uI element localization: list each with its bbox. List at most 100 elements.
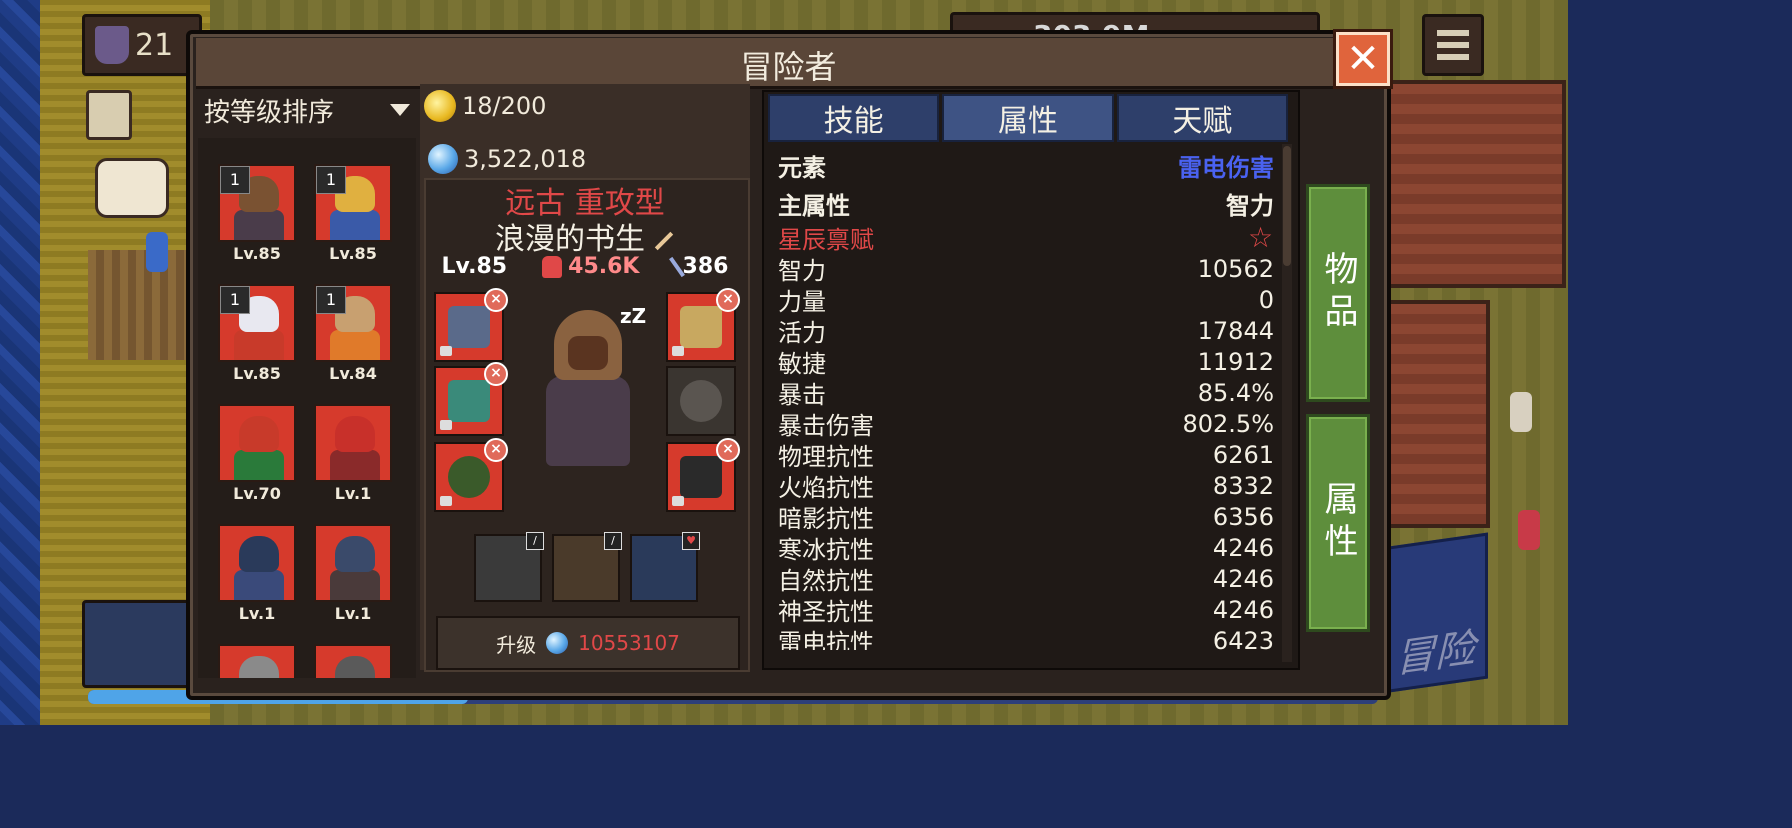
skill-slot[interactable]: ♥	[630, 532, 700, 602]
stat-value: 4246	[1212, 533, 1274, 562]
wand-icon: /	[526, 532, 544, 550]
stat-row: 暗影抗性 6356	[778, 501, 1274, 534]
remove-icon[interactable]: ×	[484, 362, 508, 386]
close-button[interactable]: ✕	[1336, 32, 1390, 86]
gem-value: 3,522,018	[464, 145, 587, 173]
menu-button[interactable]	[1422, 14, 1484, 76]
gold-counter[interactable]: 21	[82, 14, 202, 76]
stat-label: 寒冰抗性	[778, 536, 874, 564]
armor-slot[interactable]: ×	[434, 362, 508, 436]
hero-card[interactable]: 1 Lv.85	[314, 164, 394, 264]
hero-level: Lv.1	[334, 604, 372, 623]
character-name: 浪漫的书生	[495, 222, 645, 257]
tab-skills[interactable]: 技能	[768, 94, 940, 142]
stat-label: 暴击伤害	[778, 412, 874, 440]
stat-value: 85.4%	[1197, 378, 1274, 407]
skill-slot[interactable]: /	[552, 532, 622, 602]
sort-label: 按等级排序	[204, 97, 335, 128]
stat-value: 8332	[1212, 471, 1274, 500]
wand-slot[interactable]: ×	[666, 438, 740, 512]
lock-icon	[440, 420, 452, 430]
star-icon[interactable]: ☆	[1248, 223, 1274, 251]
stat-row: 暴击伤害 802.5%	[778, 408, 1274, 441]
power-value: 45.6K	[568, 254, 640, 279]
hero-portrait	[314, 524, 392, 602]
lock-icon	[672, 496, 684, 506]
hero-level: Lv.84	[329, 364, 377, 383]
dialog-title: 冒险者	[740, 48, 837, 86]
skill-slot[interactable]: /	[474, 532, 544, 602]
hero-capacity-icon	[424, 90, 456, 122]
stat-value: 6261	[1212, 440, 1274, 469]
capacity-value: 18/200	[462, 92, 547, 120]
attribute-scrollbar[interactable]	[1282, 144, 1292, 662]
hero-card[interactable]: 1 Lv.85	[218, 164, 298, 264]
tab-talents[interactable]: 天赋	[1116, 94, 1288, 142]
clipboard-icon[interactable]	[86, 90, 132, 140]
necklace-icon	[680, 380, 722, 422]
party-panel[interactable]	[82, 600, 198, 688]
hero-portrait	[314, 404, 392, 482]
upgrade-label: 升级	[496, 632, 537, 657]
star-talent-label: 星辰禀赋	[778, 226, 874, 254]
stat-row: 智力 10562	[778, 253, 1274, 286]
building-background	[1382, 80, 1566, 288]
weapon-slot[interactable]: ×	[434, 288, 508, 362]
items-label: 物品	[1318, 251, 1358, 335]
stat-row: 火焰抗性 8332	[778, 470, 1274, 503]
hero-card[interactable]: Lv.70	[218, 404, 298, 504]
remove-icon[interactable]: ×	[716, 288, 740, 312]
hero-card[interactable]: Lv.1	[314, 524, 394, 624]
stat-value: 10562	[1197, 254, 1274, 283]
stat-label: 火焰抗性	[778, 474, 874, 502]
hero-portrait	[218, 644, 296, 678]
hero-card[interactable]: Lv.1	[314, 404, 394, 504]
stat-label: 暴击	[778, 381, 826, 409]
main-attribute-value: 智力	[1226, 191, 1274, 220]
book-slot[interactable]: ×	[666, 288, 740, 362]
items-button[interactable]: 物品	[1306, 184, 1370, 402]
ring-slot[interactable]: ×	[434, 438, 508, 512]
edit-icon[interactable]	[654, 231, 674, 250]
hero-card[interactable]: Lv.1	[218, 524, 298, 624]
gold-value: 21	[135, 27, 174, 63]
hero-level: Lv.70	[233, 484, 281, 503]
sleeping-icon: zZ	[620, 304, 647, 328]
hero-level: Lv.85	[233, 244, 281, 263]
element-row: 元素 雷电伤害	[778, 146, 1274, 184]
tab-attributes[interactable]: 属性	[942, 94, 1114, 142]
speech-bubble-icon[interactable]	[95, 158, 169, 218]
necklace-slot[interactable]	[666, 366, 736, 436]
hero-card[interactable]: 1 Lv.85	[218, 284, 298, 384]
hero-portrait	[218, 524, 296, 602]
attributes-side-button[interactable]: 属性	[1306, 414, 1370, 632]
hero-card[interactable]	[314, 644, 394, 678]
remove-icon[interactable]: ×	[484, 438, 508, 462]
stat-row: 自然抗性 4246	[778, 563, 1274, 596]
staff-icon	[448, 306, 490, 348]
character-name-row[interactable]: 浪漫的书生	[424, 214, 746, 258]
main-attribute-row: 主属性 智力	[778, 184, 1274, 222]
gem-row: 3,522,018	[428, 144, 586, 174]
hero-portrait	[314, 644, 392, 678]
adventure-button[interactable]: 冒险	[1382, 532, 1488, 694]
sort-dropdown[interactable]: 按等级排序	[198, 88, 416, 132]
stat-row: 力量 0	[778, 284, 1274, 317]
upgrade-button[interactable]: 升级 10553107	[436, 616, 740, 670]
game-screen: 21 303.9M 冒险 冒险者 ✕ 按等级排序 1Lv.851Lv.851Lv…	[0, 0, 1568, 725]
hero-card[interactable]: 1 Lv.84	[314, 284, 394, 384]
power-stat: 45.6K	[542, 254, 639, 279]
element-value: 雷电伤害	[1178, 153, 1274, 182]
skill-stat: 386	[668, 254, 728, 279]
dock-background	[88, 250, 198, 360]
stat-value: 4246	[1212, 564, 1274, 593]
remove-icon[interactable]: ×	[716, 438, 740, 462]
remove-icon[interactable]: ×	[484, 288, 508, 312]
attribute-list[interactable]: 元素 雷电伤害 主属性 智力 星辰禀赋 ☆ 智力 10562 力量 0 活力 17844 敏…	[778, 146, 1274, 651]
stat-label: 雷电抗性	[778, 629, 874, 650]
chevron-down-icon	[390, 104, 410, 116]
hero-roster[interactable]: 1 Lv.85 1 Lv.85 1 Lv.85 1 Lv.84 Lv.70 Lv.1 Lv.1 Lv.…	[198, 138, 416, 678]
star-talent-row[interactable]: 星辰禀赋 ☆	[778, 222, 1274, 254]
hero-card[interactable]	[218, 644, 298, 678]
stat-label: 敏捷	[778, 350, 826, 378]
